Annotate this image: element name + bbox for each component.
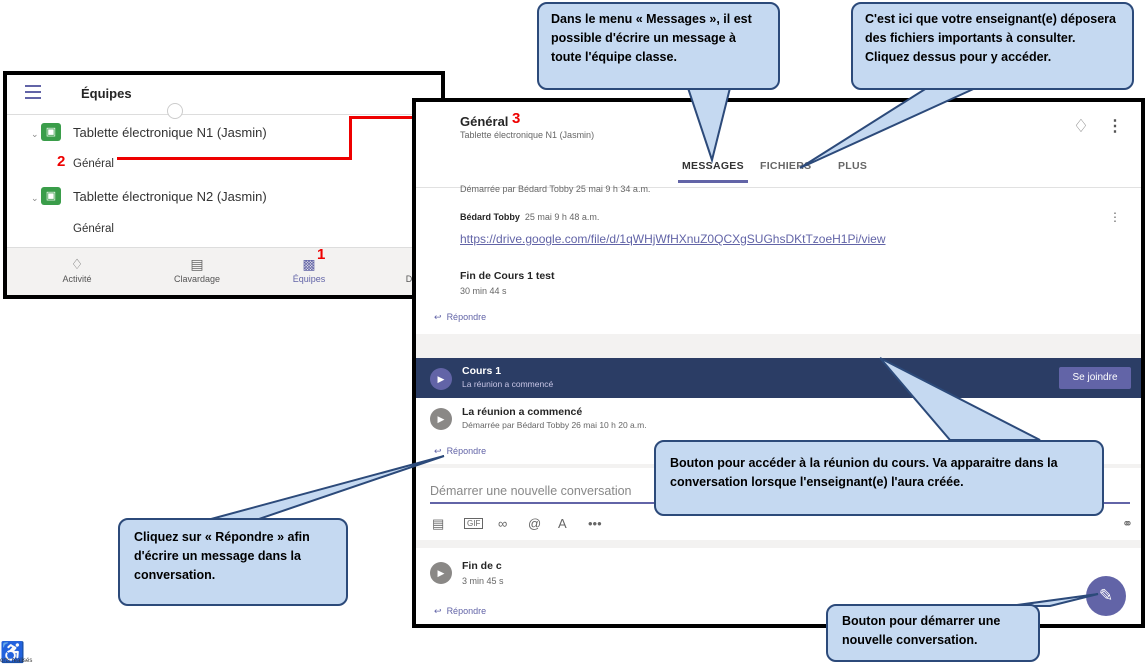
connector-line <box>117 157 352 160</box>
post-title: Fin de c <box>462 560 502 572</box>
teams-header: Équipes <box>7 75 441 119</box>
reply-button[interactable]: ↩ Répondre <box>434 606 486 617</box>
teams-title: Équipes <box>81 86 132 101</box>
callout-join: Bouton pour accéder à la réunion du cour… <box>654 440 1104 516</box>
callout-text: C'est ici que votre enseignant(e) dépose… <box>865 12 1116 64</box>
format-icon[interactable]: A <box>558 516 567 531</box>
gamepad-icon: ▣ <box>41 187 61 205</box>
channel-general-n1[interactable]: Général <box>73 158 114 170</box>
footer-text: orts réalisés <box>0 658 33 664</box>
microphone-icon[interactable]: ⚭ <box>1122 516 1133 532</box>
reply-icon: ↩ <box>434 446 442 456</box>
bottom-nav: ♢ Activité ▤ Clavardage ▩ Équipes 1 ▦ De… <box>7 246 441 295</box>
post-author: Bédard Tobby <box>460 212 520 222</box>
reply-label: Répondre <box>446 312 487 322</box>
nav-activity[interactable]: ♢ Activité <box>37 254 117 284</box>
tab-more[interactable]: PLUS <box>838 160 867 172</box>
chevron-down-icon[interactable]: ⌄ <box>31 193 39 204</box>
channel-subtitle: Tablette électronique N1 (Jasmin) <box>460 130 595 140</box>
channel-panel: Général 3 Tablette électronique N1 (Jasm… <box>412 98 1145 628</box>
nav-label: Clavardage <box>173 274 221 284</box>
reply-icon: ↩ <box>434 312 442 322</box>
post-meta: Bédard Tobby 25 mai 9 h 48 a.m. <box>460 212 599 222</box>
nav-label: Activité <box>62 274 92 284</box>
gif-icon[interactable]: GIF <box>464 518 484 529</box>
menu-icon[interactable] <box>25 85 41 99</box>
team-item-n1[interactable]: ⌄ ▣ Tablette électronique N1 (Jasmin) <box>7 115 441 151</box>
chevron-down-icon[interactable]: ⌄ <box>31 129 39 140</box>
join-button[interactable]: Se joindre <box>1059 367 1131 389</box>
meeting-started-title: La réunion a commencé <box>462 406 583 418</box>
step-number: 2 <box>57 153 66 170</box>
video-icon: ▶ <box>430 408 452 430</box>
reply-button[interactable]: ↩ Répondre <box>434 312 486 323</box>
bell-icon: ♢ <box>70 256 84 272</box>
conversation-feed: Démarrée par Bédard Tobby 25 mai 9 h 34 … <box>416 184 1141 624</box>
attach-icon[interactable]: ∞ <box>498 516 507 531</box>
callout-text: Bouton pour accéder à la réunion du cour… <box>670 456 1058 489</box>
meeting-status: La réunion a commencé <box>462 379 554 389</box>
notification-off-icon[interactable]: ♢ <box>1073 116 1089 137</box>
nav-teams[interactable]: ▩ Équipes <box>269 254 349 284</box>
channel-general-n2[interactable]: Général <box>73 223 114 235</box>
image-icon[interactable]: ▤ <box>432 516 444 532</box>
post-more-icon[interactable]: ⋮ <box>1109 210 1121 224</box>
callout-messages: Dans le menu « Messages », il est possib… <box>537 2 780 90</box>
meeting-started-meta: Démarrée par Bédard Tobby 26 mai 10 h 20… <box>462 420 647 430</box>
callout-text: Dans le menu « Messages », il est possib… <box>551 12 752 64</box>
team-item-n2[interactable]: ⌄ ▣ Tablette électronique N2 (Jasmin) <box>7 179 441 215</box>
meeting-title: Cours 1 <box>462 365 502 377</box>
reply-button[interactable]: ↩ Répondre <box>434 446 486 457</box>
meeting-duration: 30 min 44 s <box>460 286 507 296</box>
video-icon: ▶ <box>430 562 452 584</box>
callout-files: C'est ici que votre enseignant(e) dépose… <box>851 2 1134 90</box>
step-number: 1 <box>317 246 326 263</box>
step-number: 3 <box>512 110 521 127</box>
teams-icon: ▩ <box>302 256 316 272</box>
reply-icon: ↩ <box>434 606 442 616</box>
meeting-end-title: Fin de Cours 1 test <box>460 270 555 282</box>
meeting-banner: ▶ Cours 1 La réunion a commencé Se joind… <box>416 358 1141 398</box>
gamepad-icon: ▣ <box>41 123 61 141</box>
chat-icon: ▤ <box>190 256 204 272</box>
mention-icon[interactable]: @ <box>528 516 541 531</box>
more-icon[interactable]: ••• <box>588 516 602 531</box>
active-tab-indicator <box>678 180 748 183</box>
tab-files[interactable]: FICHIERS <box>760 160 811 172</box>
channel-title: Général <box>460 114 509 129</box>
video-icon: ▶ <box>430 368 452 390</box>
compose-icon: ✎ <box>1098 586 1114 605</box>
channel-header: Général 3 Tablette électronique N1 (Jasm… <box>416 102 1141 188</box>
new-conversation-fab[interactable]: ✎ <box>1086 576 1126 616</box>
callout-reply: Cliquez sur « Répondre » afin d'écrire u… <box>118 518 348 606</box>
team-name: Tablette électronique N1 (Jasmin) <box>73 125 267 140</box>
reply-label: Répondre <box>446 606 487 616</box>
tab-messages[interactable]: MESSAGES <box>682 160 744 172</box>
reply-label: Répondre <box>446 446 487 456</box>
nav-chat[interactable]: ▤ Clavardage <box>157 254 237 284</box>
post-link[interactable]: https://drive.google.com/file/d/1qWHjWfH… <box>460 232 886 246</box>
post-card: Démarrée par Bédard Tobby 25 mai 9 h 34 … <box>416 184 1141 334</box>
more-options-icon[interactable]: ⋮ <box>1107 116 1123 136</box>
post-time: 25 mai 9 h 48 a.m. <box>524 212 600 222</box>
connector-line <box>349 116 352 160</box>
teams-panel: Équipes ⌄ ▣ Tablette électronique N1 (Ja… <box>3 71 445 299</box>
post-duration: 3 min 45 s <box>462 576 504 586</box>
callout-new-conversation: Bouton pour démarrer une nouvelle conver… <box>826 604 1040 662</box>
nav-label: Équipes <box>292 274 326 284</box>
team-name: Tablette électronique N2 (Jasmin) <box>73 189 267 204</box>
callout-text: Cliquez sur « Répondre » afin d'écrire u… <box>134 530 310 582</box>
callout-text: Bouton pour démarrer une nouvelle conver… <box>842 614 1001 647</box>
partial-meta: Démarrée par Bédard Tobby 25 mai 9 h 34 … <box>460 184 651 194</box>
